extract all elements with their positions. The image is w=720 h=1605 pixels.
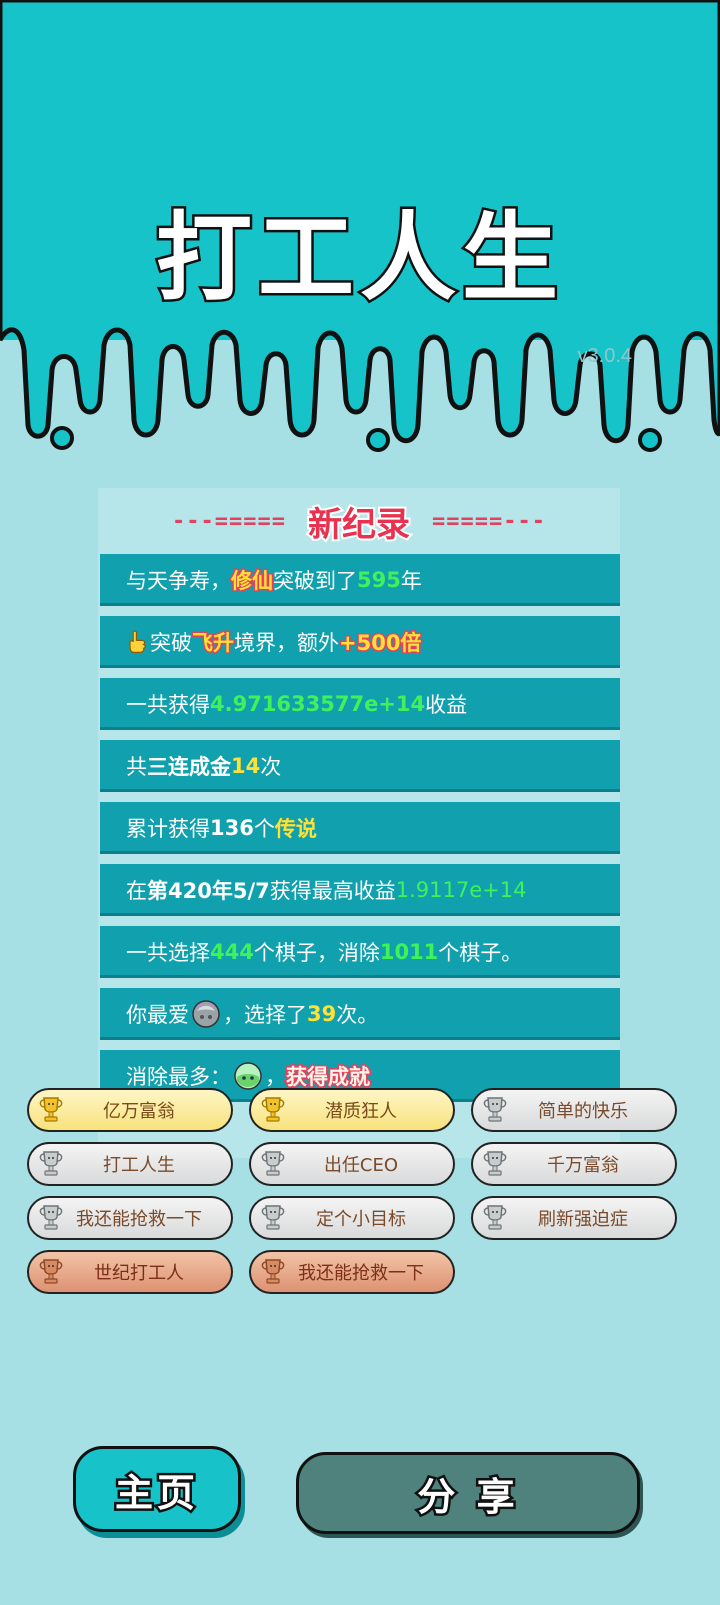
- trophy-icon: [261, 1205, 285, 1230]
- app-title: 打工人生: [154, 200, 564, 317]
- achievement-badge[interactable]: 潜质狂人: [249, 1088, 455, 1132]
- record-dashes-left: ---=====: [172, 508, 286, 534]
- achievement-badge[interactable]: 我还能抢救一下: [249, 1250, 455, 1294]
- achievement-label: 简单的快乐: [538, 1101, 628, 1122]
- trophy-icon: [483, 1205, 507, 1230]
- achievement-label: 打工人生: [103, 1155, 175, 1176]
- achievement-badge[interactable]: 世纪打工人: [27, 1250, 233, 1294]
- stat-row-total-income: 一共获得 4.971633577e+14 收益: [100, 678, 620, 730]
- stat-row-legendary: 累计获得 136 个传说: [100, 802, 620, 854]
- achievement-badge[interactable]: 刷新强迫症: [471, 1196, 677, 1240]
- trophy-icon: [483, 1151, 507, 1176]
- stat-row-cultivation: 与天争寿， 修仙 突破到了 595 年: [100, 554, 620, 606]
- version-label: v3.0.4: [577, 345, 632, 367]
- achievement-badge[interactable]: 简单的快乐: [471, 1088, 677, 1132]
- new-record-header: ---===== 新纪录 =====---: [98, 496, 620, 547]
- home-button[interactable]: 主页: [73, 1446, 241, 1532]
- achievement-label: 出任CEO: [323, 1155, 399, 1176]
- trophy-icon: [39, 1151, 63, 1176]
- green-orb-icon: [234, 1062, 262, 1090]
- trophy-icon: [39, 1259, 63, 1284]
- trophy-icon: [39, 1097, 63, 1122]
- stat-row-triple-gold: 共三连成金 14 次: [100, 740, 620, 792]
- achievement-label: 亿万富翁: [103, 1101, 175, 1122]
- achievement-badge[interactable]: 打工人生: [27, 1142, 233, 1186]
- stat-row-pieces: 一共选择 444 个棋子，消除 1011 个棋子。: [100, 926, 620, 978]
- achievement-label: 世纪打工人: [94, 1263, 184, 1284]
- trophy-icon: [483, 1097, 507, 1122]
- trophy-icon: [261, 1097, 285, 1122]
- achievement-label: 我还能抢救一下: [76, 1209, 202, 1230]
- achievement-badge[interactable]: 亿万富翁: [27, 1088, 233, 1132]
- achievement-badge[interactable]: 我还能抢救一下: [27, 1196, 233, 1240]
- achievement-badge[interactable]: 定个小目标: [249, 1196, 455, 1240]
- record-dashes-right: =====---: [432, 508, 546, 534]
- achievement-label: 千万富翁: [547, 1155, 619, 1176]
- trophy-icon: [261, 1259, 285, 1284]
- achievement-badge[interactable]: 千万富翁: [471, 1142, 677, 1186]
- pointing-hand-icon: [129, 630, 146, 653]
- trophy-icon: [261, 1151, 285, 1176]
- record-title: 新纪录: [306, 503, 412, 547]
- gray-orb-icon: [192, 1000, 220, 1028]
- stat-row-highest-income: 在 第420年5/7 获得最高收益 1.9117e+14: [100, 864, 620, 916]
- achievement-badge[interactable]: 出任CEO: [249, 1142, 455, 1186]
- stat-row-ascension: 突破 飞升 境界，额外 +500倍: [100, 616, 620, 668]
- achievement-label: 我还能抢救一下: [298, 1263, 424, 1284]
- achievement-label: 刷新强迫症: [538, 1209, 628, 1230]
- share-button[interactable]: 分 享: [296, 1452, 640, 1534]
- achievement-label: 潜质狂人: [325, 1101, 397, 1122]
- trophy-icon: [39, 1205, 63, 1230]
- stat-row-favorite: 你最爱 ，选择了 39 次。: [100, 988, 620, 1040]
- achievement-label: 定个小目标: [316, 1209, 406, 1230]
